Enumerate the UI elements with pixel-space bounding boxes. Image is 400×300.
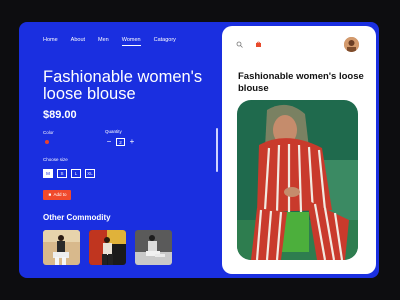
- commodity-thumb-2[interactable]: [89, 230, 126, 265]
- color-swatch-red[interactable]: [45, 140, 49, 144]
- add-label: Add to: [53, 192, 67, 197]
- quantity-value[interactable]: 2: [116, 138, 125, 146]
- quantity-stepper: − 2 +: [105, 138, 136, 146]
- minus-icon[interactable]: −: [105, 138, 113, 146]
- product-panel: Home About Men Women Catagory Fashionabl…: [19, 22, 379, 278]
- product-photo: [237, 100, 358, 260]
- card-title: Fashionable women's loose blouse: [238, 71, 364, 94]
- nav-women[interactable]: Women: [121, 37, 141, 46]
- product-title: Fashionable women's loose blouse: [43, 68, 203, 103]
- scroll-indicator[interactable]: [216, 128, 218, 172]
- avatar[interactable]: [344, 37, 359, 52]
- size-option-l[interactable]: L: [71, 169, 81, 178]
- plus-icon[interactable]: +: [128, 138, 136, 146]
- commodity-thumb-1[interactable]: [43, 230, 80, 265]
- thumb-3-image: [135, 230, 172, 265]
- search-icon[interactable]: [236, 41, 244, 49]
- product-price: $89.00: [43, 109, 77, 121]
- commodity-thumb-3[interactable]: [135, 230, 172, 265]
- bag-icon: ■: [48, 192, 52, 197]
- nav-home[interactable]: Home: [43, 37, 58, 46]
- size-option-s[interactable]: S: [57, 169, 67, 178]
- thumb-1-image: [43, 230, 80, 265]
- other-commodity-heading: Other Commodity: [43, 213, 111, 222]
- add-to-cart-button[interactable]: ■ Add to: [43, 190, 71, 200]
- thumb-2-image: [89, 230, 126, 265]
- nav-category[interactable]: Catagory: [154, 37, 176, 46]
- other-commodity-list: [43, 230, 172, 265]
- size-option-m[interactable]: M: [43, 169, 53, 178]
- size-label: Choose size: [43, 157, 68, 162]
- color-label: Color: [43, 130, 54, 135]
- cart-icon[interactable]: [255, 41, 263, 49]
- size-options: M S L XL: [43, 169, 95, 178]
- quantity-label: Quantity: [105, 129, 122, 134]
- nav-men[interactable]: Men: [98, 37, 109, 46]
- nav-about[interactable]: About: [71, 37, 85, 46]
- top-nav: Home About Men Women Catagory: [43, 37, 189, 46]
- product-preview-card: Fashionable women's loose blouse: [222, 26, 376, 274]
- size-option-xl[interactable]: XL: [85, 169, 95, 178]
